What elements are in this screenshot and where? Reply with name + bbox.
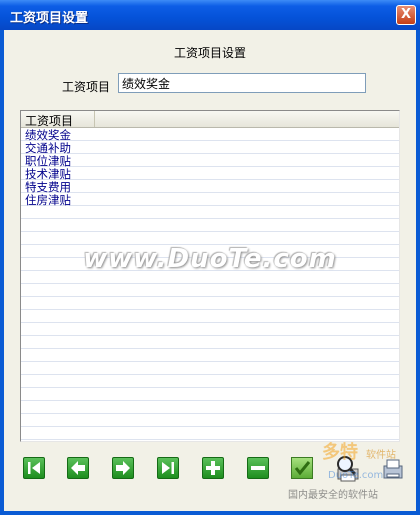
fax-button[interactable]: [382, 458, 404, 482]
confirm-button[interactable]: [291, 457, 313, 479]
minus-icon: [251, 466, 265, 470]
first-record-button[interactable]: [23, 457, 45, 479]
close-button[interactable]: X: [396, 5, 416, 25]
salary-item-list[interactable]: 工资项目 绩效奖金 交通补助 职位津贴 技术津贴 特支费用 住房津贴: [20, 110, 400, 442]
list-item[interactable]: 住房津贴: [25, 194, 71, 207]
salary-item-input[interactable]: [118, 73, 366, 93]
title-bar: 工资项目设置 X: [0, 0, 420, 30]
site-logo: 多特: [322, 442, 358, 463]
site-logo-subtitle: 软件站: [366, 450, 396, 461]
delete-button[interactable]: [247, 457, 269, 479]
salary-item-label: 工资项目: [62, 80, 111, 94]
column-header-salary-item[interactable]: 工资项目: [21, 111, 95, 128]
add-button[interactable]: [202, 457, 224, 479]
list-header: 工资项目: [21, 111, 399, 128]
list-rows: 绩效奖金 交通补助 职位津贴 技术津贴 特支费用 住房津贴: [25, 129, 71, 207]
next-record-button[interactable]: [112, 457, 134, 479]
last-record-button[interactable]: [157, 457, 179, 479]
previous-record-button[interactable]: [67, 457, 89, 479]
site-logo-url: DuoTe.com: [328, 470, 384, 481]
arrow-right-icon: [116, 461, 130, 475]
last-icon: [162, 462, 174, 474]
first-icon: [28, 462, 40, 474]
fax-icon: [383, 459, 403, 479]
site-tagline: 国内最安全的软件站: [288, 490, 378, 501]
plus-icon: [206, 461, 220, 475]
window-title: 工资项目设置: [10, 11, 89, 26]
window-frame-bottom: [0, 511, 420, 515]
form-heading: 工资项目设置: [173, 46, 246, 60]
checkmark-icon: [294, 461, 311, 476]
watermark: www.DuoTe.com: [83, 244, 337, 274]
arrow-left-icon: [71, 461, 85, 475]
